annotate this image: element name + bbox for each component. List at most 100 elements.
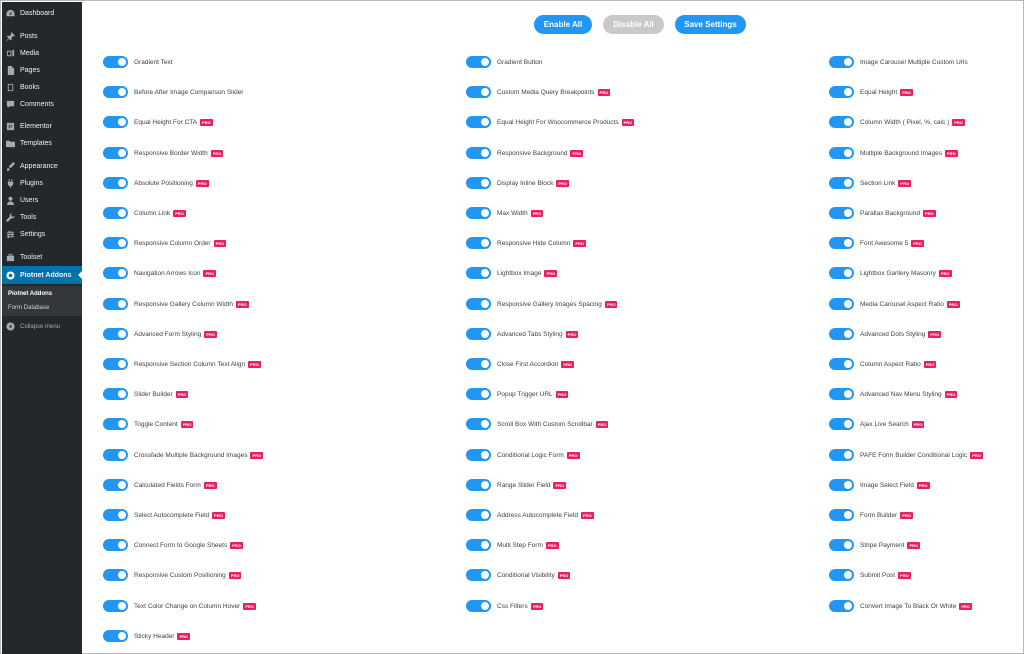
feature-label: Gradient Text bbox=[134, 58, 173, 66]
feature-toggle[interactable] bbox=[829, 328, 854, 340]
feature-label: Form Builder bbox=[860, 511, 898, 519]
feature-toggle[interactable] bbox=[829, 600, 854, 612]
feature-toggle[interactable] bbox=[103, 328, 128, 340]
feature-row: Media Carousel Aspect Ratio PRO bbox=[829, 298, 960, 310]
sidebar-item-users[interactable]: Users bbox=[2, 192, 82, 209]
feature-toggle[interactable] bbox=[829, 569, 854, 581]
feature-toggle[interactable] bbox=[466, 539, 491, 551]
feature-toggle[interactable] bbox=[466, 479, 491, 491]
pro-badge: PRO bbox=[900, 511, 913, 519]
feature-toggle[interactable] bbox=[466, 147, 491, 159]
feature-toggle[interactable] bbox=[103, 147, 128, 159]
feature-toggle[interactable] bbox=[103, 177, 128, 189]
feature-toggle[interactable] bbox=[829, 56, 854, 68]
pro-badge: PRO bbox=[573, 239, 587, 247]
pro-badge: PRO bbox=[175, 390, 189, 398]
disable-all-button[interactable]: Disable All bbox=[603, 15, 664, 34]
feature-toggle[interactable] bbox=[829, 147, 854, 159]
feature-row: Gradient Button bbox=[466, 56, 543, 68]
sidebar-item-plugins[interactable]: Plugins bbox=[2, 175, 82, 192]
feature-toggle[interactable] bbox=[829, 207, 854, 219]
feature-toggle[interactable] bbox=[103, 418, 128, 430]
sidebar-item-posts[interactable]: Posts bbox=[2, 28, 82, 45]
feature-toggle[interactable] bbox=[466, 177, 491, 189]
feature-toggle[interactable] bbox=[103, 56, 128, 68]
toggle-knob bbox=[118, 420, 126, 428]
pro-badge: PRO bbox=[565, 330, 579, 338]
toolset-icon bbox=[6, 253, 15, 262]
sidebar-item-books[interactable]: Books bbox=[2, 79, 82, 96]
feature-toggle[interactable] bbox=[103, 267, 128, 279]
feature-toggle[interactable] bbox=[103, 509, 128, 521]
feature-toggle[interactable] bbox=[466, 267, 491, 279]
pro-badge: PRO bbox=[203, 481, 217, 489]
feature-toggle[interactable] bbox=[829, 479, 854, 491]
feature-label: Advanced Dots Styling bbox=[860, 330, 926, 338]
feature-toggle[interactable] bbox=[829, 177, 854, 189]
feature-toggle[interactable] bbox=[466, 449, 491, 461]
feature-row: Responsive Gallery Images Spacing PRO bbox=[466, 298, 618, 310]
feature-row: Ajax Live Search PRO bbox=[829, 418, 925, 430]
feature-toggle[interactable] bbox=[103, 539, 128, 551]
feature-toggle[interactable] bbox=[466, 328, 491, 340]
sidebar-item-tools[interactable]: Tools bbox=[2, 209, 82, 226]
submenu-item-piotnet-addons[interactable]: Piotnet Addons bbox=[8, 291, 52, 297]
feature-toggle[interactable] bbox=[466, 358, 491, 370]
feature-toggle[interactable] bbox=[829, 449, 854, 461]
feature-toggle[interactable] bbox=[103, 569, 128, 581]
feature-toggle[interactable] bbox=[829, 298, 854, 310]
feature-toggle[interactable] bbox=[829, 267, 854, 279]
sidebar-item-label: Books bbox=[20, 84, 40, 91]
pro-badge: PRO bbox=[235, 300, 249, 308]
feature-row: Submit Post PRO bbox=[829, 569, 911, 581]
feature-toggle[interactable] bbox=[466, 600, 491, 612]
feature-toggle[interactable] bbox=[466, 298, 491, 310]
feature-toggle[interactable] bbox=[466, 86, 491, 98]
sidebar-item-appearance[interactable]: Appearance bbox=[2, 158, 82, 175]
feature-toggle[interactable] bbox=[466, 237, 491, 249]
feature-toggle[interactable] bbox=[829, 86, 854, 98]
feature-toggle[interactable] bbox=[466, 56, 491, 68]
sidebar-item-dashboard[interactable]: Dashboard bbox=[2, 5, 82, 22]
sidebar-item-elementor[interactable]: Elementor bbox=[2, 118, 82, 135]
sidebar-item-media[interactable]: Media bbox=[2, 45, 82, 62]
feature-toggle[interactable] bbox=[103, 207, 128, 219]
sidebar-item-settings[interactable]: Settings bbox=[2, 226, 82, 243]
sidebar-item-comments[interactable]: Comments bbox=[2, 96, 82, 113]
toggle-knob bbox=[118, 541, 126, 549]
feature-toggle[interactable] bbox=[466, 418, 491, 430]
feature-toggle[interactable] bbox=[829, 539, 854, 551]
pro-badge: PRO bbox=[213, 239, 227, 247]
feature-row: Stripe Payment PRO bbox=[829, 539, 921, 551]
user-icon bbox=[6, 196, 15, 205]
feature-toggle[interactable] bbox=[103, 600, 128, 612]
feature-toggle[interactable] bbox=[103, 86, 128, 98]
sidebar-item-toolset[interactable]: Toolset bbox=[2, 249, 82, 266]
feature-toggle[interactable] bbox=[103, 630, 128, 642]
save-settings-button[interactable]: Save Settings bbox=[675, 15, 746, 34]
feature-toggle[interactable] bbox=[103, 298, 128, 310]
feature-toggle[interactable] bbox=[466, 569, 491, 581]
feature-toggle[interactable] bbox=[829, 388, 854, 400]
feature-toggle[interactable] bbox=[466, 116, 491, 128]
feature-toggle[interactable] bbox=[103, 449, 128, 461]
sidebar-item-pages[interactable]: Pages bbox=[2, 62, 82, 79]
feature-toggle[interactable] bbox=[829, 237, 854, 249]
feature-toggle[interactable] bbox=[103, 388, 128, 400]
feature-toggle[interactable] bbox=[829, 116, 854, 128]
feature-toggle[interactable] bbox=[466, 509, 491, 521]
feature-toggle[interactable] bbox=[829, 418, 854, 430]
feature-toggle[interactable] bbox=[103, 116, 128, 128]
feature-toggle[interactable] bbox=[829, 509, 854, 521]
sidebar-item-templates[interactable]: Templates bbox=[2, 135, 82, 152]
feature-toggle[interactable] bbox=[103, 237, 128, 249]
enable-all-button[interactable]: Enable All bbox=[534, 15, 592, 34]
feature-toggle[interactable] bbox=[829, 358, 854, 370]
submenu-item-form-database[interactable]: Form Database bbox=[8, 305, 49, 311]
feature-toggle[interactable] bbox=[466, 388, 491, 400]
collapse-menu-button[interactable]: Collapse menu bbox=[2, 318, 82, 335]
feature-toggle[interactable] bbox=[103, 479, 128, 491]
feature-toggle[interactable] bbox=[466, 207, 491, 219]
sidebar-item-piotnet[interactable]: Piotnet Addons bbox=[2, 266, 82, 284]
feature-toggle[interactable] bbox=[103, 358, 128, 370]
